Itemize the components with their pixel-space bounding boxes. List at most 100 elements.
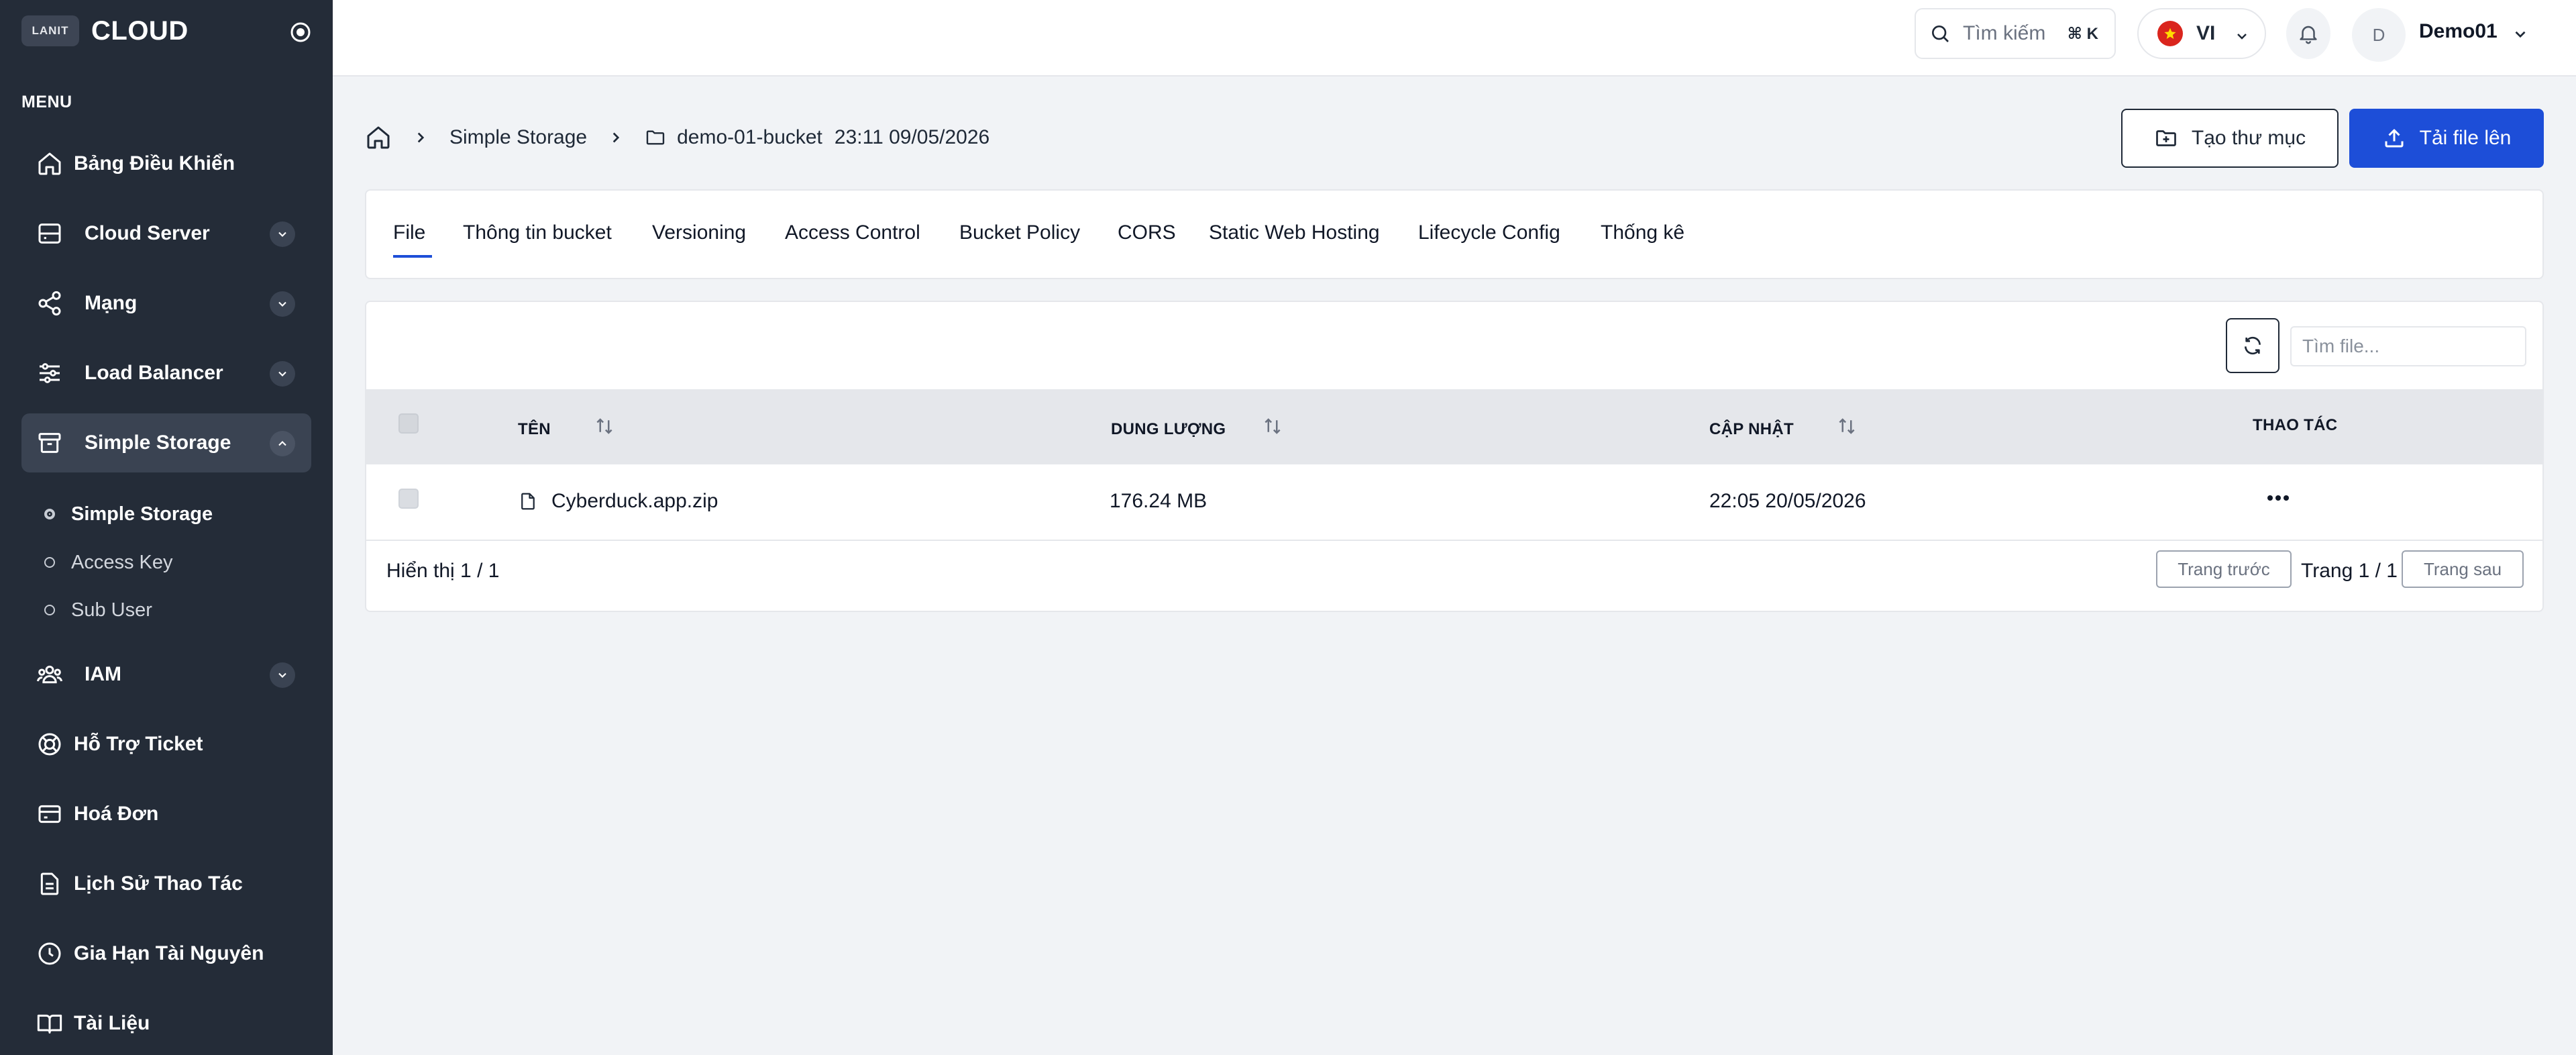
column-header-name[interactable]: TÊN bbox=[518, 420, 551, 439]
tab-bucket-info[interactable]: Thông tin bucket bbox=[463, 221, 612, 248]
sidebar-item-simple-storage[interactable]: Simple Storage bbox=[21, 413, 311, 472]
sidebar-subitem-sub-user[interactable]: Sub User bbox=[44, 593, 152, 627]
sidebar-item-activity-log[interactable]: Lịch Sử Thao Tác bbox=[21, 854, 311, 913]
chevron-down-icon[interactable] bbox=[270, 291, 295, 317]
page-indicator: Trang 1 / 1 bbox=[2301, 560, 2398, 582]
sidebar-item-support-ticket[interactable]: Hỗ Trợ Ticket bbox=[21, 715, 311, 774]
results-summary: Hiển thị 1 / 1 bbox=[386, 560, 500, 582]
sort-icon[interactable] bbox=[1837, 416, 1857, 436]
table-header: TÊN DUNG LƯỢNG CẬP NHẬT THAO TÁC bbox=[366, 389, 2542, 464]
create-folder-label: Tạo thư mục bbox=[2191, 127, 2306, 149]
sidebar-subitem-access-key[interactable]: Access Key bbox=[44, 546, 173, 579]
document-icon bbox=[36, 870, 63, 897]
brand-logo[interactable]: LANIT bbox=[21, 15, 79, 46]
sidebar-item-network[interactable]: Mạng bbox=[21, 274, 311, 333]
create-folder-button[interactable]: Tạo thư mục bbox=[2121, 109, 2339, 168]
tab-cors[interactable]: CORS bbox=[1118, 221, 1176, 248]
sidebar-item-cloud-server[interactable]: Cloud Server bbox=[21, 204, 311, 263]
sidebar-item-label: Cloud Server bbox=[85, 222, 210, 244]
file-updated: 22:05 20/05/2026 bbox=[1709, 490, 1866, 512]
more-actions-icon[interactable] bbox=[2266, 494, 2290, 502]
prev-page-button[interactable]: Trang trước bbox=[2156, 550, 2292, 588]
archive-box-icon bbox=[36, 430, 63, 456]
network-share-icon bbox=[36, 290, 63, 317]
refresh-icon bbox=[2242, 335, 2263, 356]
search-shortcut: ⌘ K bbox=[2067, 25, 2098, 43]
sort-icon[interactable] bbox=[1263, 416, 1283, 436]
chevron-right-icon bbox=[412, 129, 429, 146]
sidebar-item-label: Lịch Sử Thao Tác bbox=[74, 872, 243, 895]
row-checkbox[interactable] bbox=[398, 489, 419, 509]
tab-static-web-hosting[interactable]: Static Web Hosting bbox=[1209, 221, 1380, 248]
chevron-up-icon[interactable] bbox=[270, 431, 295, 456]
sidebar-item-label: Mạng bbox=[85, 292, 138, 314]
breadcrumb: Simple Storage demo-01-bucket 23:11 09/0… bbox=[365, 122, 989, 153]
tab-lifecycle-config[interactable]: Lifecycle Config bbox=[1418, 221, 1560, 248]
files-panel: TÊN DUNG LƯỢNG CẬP NHẬT THAO TÁC Cyberdu… bbox=[365, 301, 2544, 612]
table-row[interactable]: Cyberduck.app.zip 176.24 MB 22:05 20/05/… bbox=[366, 464, 2542, 541]
chevron-down-icon[interactable] bbox=[2512, 26, 2529, 43]
dot-icon bbox=[44, 605, 55, 615]
dot-icon bbox=[44, 557, 55, 568]
home-icon[interactable] bbox=[365, 124, 392, 151]
tab-file[interactable]: File bbox=[393, 221, 425, 248]
chevron-right-icon bbox=[607, 129, 625, 146]
sidebar-item-label: Bảng Điều Khiển bbox=[74, 152, 235, 174]
file-size: 176.24 MB bbox=[1110, 490, 1208, 512]
sidebar-collapse-icon[interactable] bbox=[290, 21, 311, 43]
tab-access-control[interactable]: Access Control bbox=[785, 221, 920, 248]
users-icon bbox=[36, 661, 63, 688]
bell-icon bbox=[2297, 22, 2320, 45]
notifications-button[interactable] bbox=[2286, 8, 2330, 59]
file-name-cell[interactable]: Cyberduck.app.zip bbox=[518, 490, 718, 513]
breadcrumb-bucket: demo-01-bucket bbox=[677, 126, 822, 148]
sidebar-item-label: Hoá Đơn bbox=[74, 803, 159, 825]
avatar[interactable]: D bbox=[2352, 8, 2406, 62]
language-selector[interactable]: VI bbox=[2137, 8, 2266, 59]
chevron-down-icon[interactable] bbox=[270, 221, 295, 247]
sidebar-item-dashboard[interactable]: Bảng Điều Khiển bbox=[21, 134, 311, 193]
credit-card-icon bbox=[36, 801, 63, 827]
menu-heading: MENU bbox=[21, 93, 72, 111]
dot-icon bbox=[44, 509, 55, 519]
sidebar-item-docs[interactable]: Tài Liệu bbox=[21, 994, 311, 1053]
upload-file-button[interactable]: Tải file lên bbox=[2349, 109, 2544, 168]
sidebar-subitem-label: Simple Storage bbox=[71, 503, 213, 525]
file-icon bbox=[518, 491, 538, 512]
active-tab-indicator bbox=[393, 255, 432, 258]
tab-versioning[interactable]: Versioning bbox=[652, 221, 746, 248]
sidebar: LANIT CLOUD MENU Bảng Điều Khiển Cloud S… bbox=[0, 0, 333, 1055]
brand: LANIT CLOUD bbox=[21, 15, 311, 47]
sidebar-subitem-simple-storage[interactable]: Simple Storage bbox=[44, 497, 213, 531]
sidebar-item-invoice[interactable]: Hoá Đơn bbox=[21, 785, 311, 844]
sidebar-item-load-balancer[interactable]: Load Balancer bbox=[21, 344, 311, 403]
sidebar-item-label: Tài Liệu bbox=[74, 1012, 150, 1034]
chevron-down-icon[interactable] bbox=[270, 361, 295, 387]
breadcrumb-section[interactable]: Simple Storage bbox=[449, 126, 587, 149]
select-all-checkbox[interactable] bbox=[398, 413, 419, 434]
tab-statistics[interactable]: Thống kê bbox=[1601, 221, 1684, 248]
clock-icon bbox=[36, 940, 63, 967]
sidebar-item-label: Gia Hạn Tài Nguyên bbox=[74, 942, 264, 964]
search-icon bbox=[1929, 23, 1951, 44]
bucket-tabs: File Thông tin bucket Versioning Access … bbox=[365, 189, 2544, 279]
chevron-down-icon[interactable] bbox=[270, 662, 295, 688]
next-page-button[interactable]: Trang sau bbox=[2402, 550, 2524, 588]
brand-name[interactable]: CLOUD bbox=[91, 16, 189, 46]
file-search-input[interactable] bbox=[2290, 326, 2526, 366]
tab-bucket-policy[interactable]: Bucket Policy bbox=[959, 221, 1080, 248]
refresh-button[interactable] bbox=[2226, 318, 2279, 373]
column-header-updated[interactable]: CẬP NHẬT bbox=[1709, 420, 1794, 439]
column-header-actions: THAO TÁC bbox=[2253, 416, 2338, 434]
sidebar-item-resource-renewal[interactable]: Gia Hạn Tài Nguyên bbox=[21, 924, 311, 983]
sidebar-item-label: Simple Storage bbox=[85, 432, 231, 454]
book-icon bbox=[36, 1010, 63, 1037]
username[interactable]: Demo01 bbox=[2419, 20, 2498, 43]
home-icon bbox=[36, 150, 63, 177]
upload-label: Tải file lên bbox=[2419, 127, 2512, 149]
sort-icon[interactable] bbox=[594, 416, 614, 436]
sidebar-item-iam[interactable]: IAM bbox=[21, 645, 311, 704]
sidebar-item-label: Hỗ Trợ Ticket bbox=[74, 733, 203, 755]
column-header-size[interactable]: DUNG LƯỢNG bbox=[1111, 420, 1226, 439]
global-search[interactable]: Tìm kiếm ⌘ K bbox=[1915, 8, 2116, 59]
